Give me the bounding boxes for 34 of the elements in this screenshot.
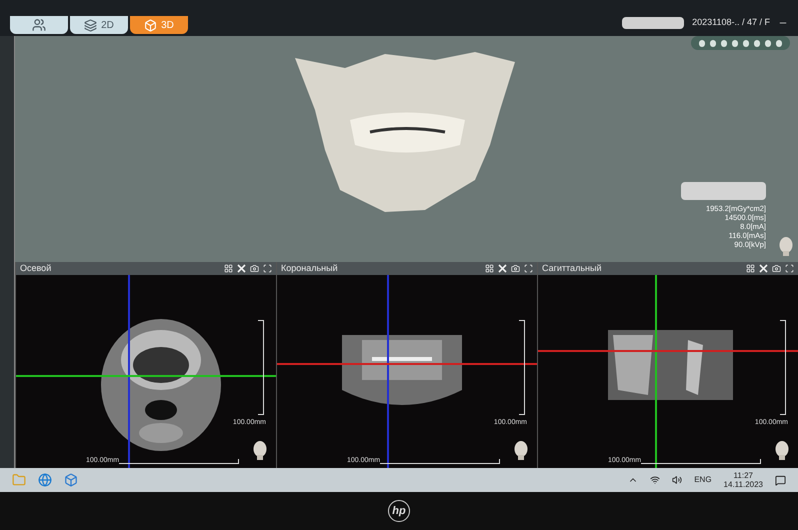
head-orientation-icon[interactable] (513, 440, 529, 460)
crossed-tools-icon[interactable] (759, 264, 768, 273)
layers-icon (84, 18, 98, 32)
camera-icon[interactable] (772, 264, 781, 273)
camera-icon[interactable] (511, 264, 520, 273)
clock-date[interactable]: 14.11.2023 (724, 480, 763, 489)
head-orientation-icon[interactable] (252, 440, 268, 460)
layout-grid-icon[interactable] (224, 264, 233, 273)
panel-title: Осевой (20, 264, 52, 273)
study-id: 20231108-.. / 47 / F (692, 16, 770, 29)
crossed-tools-icon[interactable] (237, 264, 246, 273)
camera-icon[interactable] (250, 264, 259, 273)
volume-icon[interactable] (672, 475, 682, 485)
language-indicator[interactable]: ENG (694, 474, 712, 486)
cube-icon (144, 18, 158, 32)
frame-icon[interactable] (263, 264, 272, 273)
notifications-icon[interactable] (775, 474, 786, 486)
monitor-logo: hp (388, 500, 410, 522)
clock-time[interactable]: 11:27 (734, 471, 753, 480)
browser-icon[interactable] (38, 473, 52, 487)
frame-icon[interactable] (524, 264, 533, 273)
people-icon (32, 18, 46, 32)
layout-grid-icon[interactable] (746, 264, 755, 273)
crossed-tools-icon[interactable] (498, 264, 507, 273)
mode-tab[interactable]: 2D (70, 16, 128, 34)
redacted-block (622, 16, 684, 29)
frame-icon[interactable] (785, 264, 794, 273)
panel-title: Сагиттальный (542, 264, 602, 273)
mode-tab[interactable] (10, 16, 68, 34)
head-orientation-icon[interactable] (774, 440, 790, 460)
layout-grid-icon[interactable] (485, 264, 494, 273)
app-icon[interactable] (64, 473, 78, 487)
panel-title: Корональный (281, 264, 338, 273)
network-icon[interactable] (650, 475, 660, 485)
